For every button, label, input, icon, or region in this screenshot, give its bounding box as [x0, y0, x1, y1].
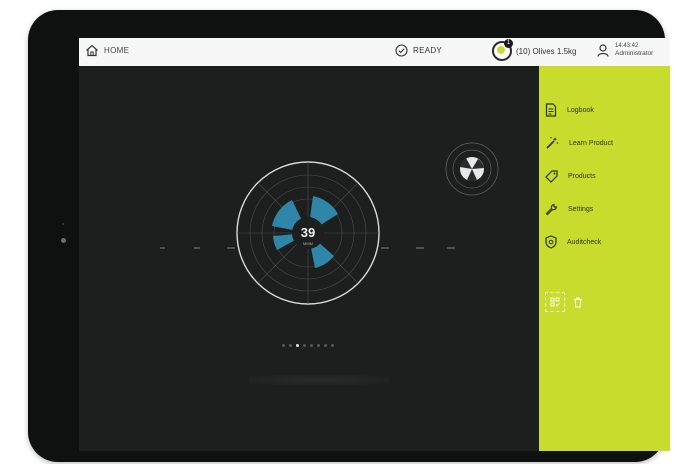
tablet-frame: HOME READY 1 (10) Olives 1.5kg 14:43:42 …: [28, 10, 670, 462]
gauge-unit: MMM: [303, 241, 313, 246]
detection-visualization: 39 MMM: [160, 142, 499, 305]
sidebar-tools: [545, 292, 583, 312]
user-name: Administrator: [615, 50, 654, 57]
sidebar-item-logbook[interactable]: Logbook: [545, 100, 594, 120]
sidebar-item-label: Logbook: [567, 106, 594, 114]
product-label: (10) Olives 1.5kg: [516, 46, 577, 56]
sidebar-menu: Logbook Learn Product Products Settings …: [539, 66, 670, 451]
sidebar-item-label: Settings: [568, 205, 594, 213]
page-indicator: [282, 344, 334, 347]
page-dot[interactable]: [324, 344, 327, 347]
sidebar-item-label: Products: [568, 172, 596, 180]
sidebar-item-label: Auditcheck: [567, 238, 602, 246]
status-indicator: READY: [395, 44, 442, 57]
product-status-icon: 1: [491, 39, 513, 62]
trash-icon[interactable]: [573, 297, 583, 308]
user-button[interactable]: 14:43:42 Administrator: [597, 42, 653, 58]
user-icon: [597, 43, 609, 57]
status-label: READY: [413, 46, 443, 55]
page-dot[interactable]: [317, 344, 320, 347]
logbook-icon: [545, 103, 557, 117]
page-dot[interactable]: [289, 344, 292, 347]
check-circle-icon: [395, 44, 408, 57]
page-dot[interactable]: [331, 344, 334, 347]
sidebar-item-auditcheck[interactable]: Auditcheck: [545, 232, 601, 252]
gauge-value: 39: [301, 225, 315, 240]
tag-icon: [545, 169, 558, 183]
sidebar-item-products[interactable]: Products: [545, 166, 596, 186]
home-button[interactable]: HOME: [85, 44, 129, 57]
reflection: [249, 375, 389, 385]
wrench-icon: [545, 203, 558, 215]
tablet-camera: [61, 238, 66, 243]
page-dot[interactable]: [310, 344, 313, 347]
page-dot[interactable]: [282, 344, 285, 347]
magic-wand-icon: [546, 137, 559, 149]
select-all-button[interactable]: [545, 292, 565, 312]
home-label: HOME: [104, 46, 130, 55]
app-screen: HOME READY 1 (10) Olives 1.5kg 14:43:42 …: [79, 38, 670, 451]
sidebar-item-settings[interactable]: Settings: [545, 199, 593, 219]
shield-icon: [545, 235, 557, 249]
sidebar-item-label: Learn Product: [569, 139, 613, 147]
main-gauge[interactable]: 39 MMM: [236, 161, 380, 305]
active-product-button[interactable]: 1 (10) Olives 1.5kg: [491, 39, 577, 62]
tablet-sensor: [62, 223, 64, 225]
page-dot[interactable]: [303, 344, 306, 347]
top-bar: HOME READY 1 (10) Olives 1.5kg 14:43:42 …: [79, 38, 670, 66]
sidebar-item-learn-product[interactable]: Learn Product: [545, 133, 613, 153]
clock-time: 14:43:42: [615, 43, 639, 49]
home-icon: [86, 44, 98, 57]
page-dot-active[interactable]: [296, 344, 299, 347]
mini-gauge[interactable]: [445, 142, 499, 196]
product-badge: 1: [504, 39, 513, 48]
select-all-icon: [550, 297, 560, 307]
